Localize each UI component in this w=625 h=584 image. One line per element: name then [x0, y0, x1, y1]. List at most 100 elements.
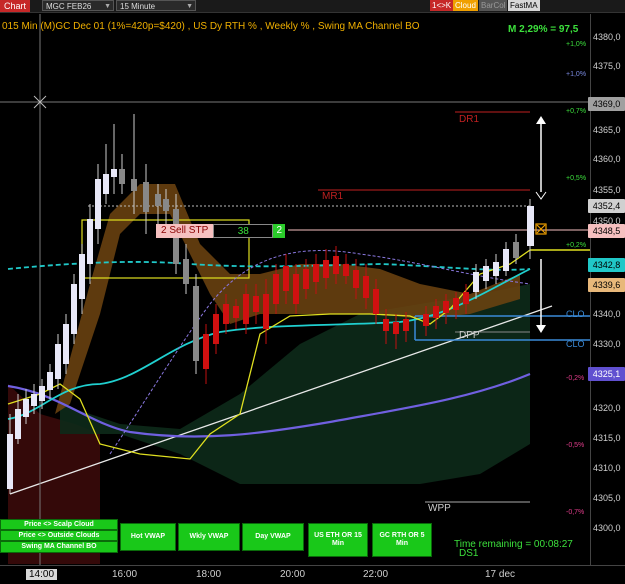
hot-vwap-button[interactable]: Hot VWAP	[120, 523, 176, 551]
candle	[313, 264, 319, 282]
candle	[453, 298, 459, 310]
candle	[303, 269, 309, 289]
day-vwap-button[interactable]: Day VWAP	[242, 523, 304, 551]
price-label: 4355,0	[593, 185, 621, 195]
symbol-value: MGC FEB26	[46, 2, 92, 11]
price-label: 4365,0	[593, 125, 621, 135]
interval-select[interactable]: 15 Minute ▼	[116, 0, 196, 11]
chart-tab[interactable]: Chart	[0, 0, 31, 12]
kk-button[interactable]: 1<>K	[430, 0, 454, 11]
sell-stop-count[interactable]: 2	[273, 224, 286, 238]
price-tag: 4348,5	[588, 224, 625, 238]
outside-clouds-button[interactable]: Price <> Outside Clouds	[0, 530, 118, 541]
mr1-label: MR1	[322, 191, 344, 202]
candle	[333, 256, 339, 274]
candle	[183, 259, 189, 284]
candle	[483, 266, 489, 281]
price-label: 4305,0	[593, 493, 621, 503]
candle	[213, 314, 219, 344]
candle	[363, 276, 369, 298]
candle	[463, 292, 469, 304]
candle	[323, 260, 329, 278]
candle	[283, 266, 289, 291]
price-tag: 4369,0	[588, 97, 625, 111]
price-chart[interactable]	[0, 14, 590, 566]
symbol-select[interactable]: MGC FEB26 ▼	[42, 0, 114, 11]
time-axis[interactable]	[0, 565, 625, 584]
candle	[343, 264, 349, 276]
candle	[243, 294, 249, 324]
pct-label: -0,2%	[566, 375, 585, 382]
candle	[119, 169, 125, 184]
time-label: 16:00	[112, 569, 138, 580]
candle	[393, 322, 399, 334]
pct-label: +0,5%	[566, 175, 587, 182]
candle	[131, 179, 137, 191]
time-remaining: Time remaining = 00:08:27	[454, 539, 573, 550]
sell-stop-label[interactable]: 2 Sell STP	[156, 224, 214, 238]
candle	[403, 319, 409, 331]
price-tag: 4339,6	[588, 278, 625, 292]
candle	[433, 306, 439, 318]
time-label: 14:00	[26, 569, 58, 580]
candle	[223, 304, 229, 324]
price-label: 4380,0	[593, 32, 621, 42]
candle	[293, 274, 299, 304]
sell-stop-order[interactable]: 2 Sell STP 38 2	[156, 224, 286, 238]
candle	[473, 272, 479, 292]
price-label: 4375,0	[593, 61, 621, 71]
candle	[111, 169, 117, 177]
chevron-down-icon: ▼	[104, 3, 111, 10]
swing-ma-button[interactable]: Swing MA Channel BO	[0, 541, 118, 553]
candle	[143, 182, 149, 212]
scalp-cloud-button[interactable]: Price <> Scalp Cloud	[0, 519, 118, 530]
teal-dashed-ma	[7, 261, 531, 271]
wkly-vwap-button[interactable]: Wkly VWAP	[178, 523, 240, 551]
up-arrow-icon	[536, 116, 546, 124]
clo-label-1: CLO	[566, 309, 585, 319]
candle	[55, 344, 61, 379]
cloud-button[interactable]: Cloud	[453, 0, 478, 11]
pct-label: +0,2%	[566, 242, 587, 249]
candle	[15, 409, 21, 439]
candle	[373, 289, 379, 314]
pct-label: +1,0%	[566, 71, 587, 78]
interval-value: 15 Minute	[120, 2, 156, 11]
up-arrow-tail-icon	[535, 191, 547, 200]
candle	[503, 249, 509, 271]
us-eth-or-button[interactable]: US ETH OR 15 Min	[308, 523, 368, 557]
price-label: 4330,0	[593, 339, 621, 349]
candle	[163, 199, 169, 211]
time-label: 20:00	[280, 569, 306, 580]
time-label: 18:00	[196, 569, 222, 580]
dpp-label: DPP	[459, 330, 480, 341]
candle	[273, 274, 279, 304]
candle	[513, 242, 519, 258]
candle	[47, 372, 53, 390]
candle	[7, 434, 13, 489]
time-label: 22:00	[363, 569, 389, 580]
time-label: 17 dec	[485, 569, 516, 580]
candle	[203, 334, 209, 369]
candle	[95, 179, 101, 229]
gc-rth-or-button[interactable]: GC RTH OR 5 Min	[372, 523, 432, 557]
barcol-button[interactable]: BarCol	[479, 0, 508, 11]
pct-label: +1,0%	[566, 41, 587, 48]
candle	[79, 254, 85, 299]
price-label: 4315,0	[593, 433, 621, 443]
candle	[253, 296, 259, 312]
candle	[103, 174, 109, 194]
dr1-label: DR1	[459, 114, 480, 125]
pct-label: -0,5%	[566, 442, 585, 449]
price-tag: 4325,1	[588, 367, 625, 381]
candle	[155, 194, 161, 206]
candle	[493, 262, 499, 276]
pct-label: -0,7%	[566, 509, 585, 516]
candle	[23, 399, 29, 417]
fastma-button[interactable]: FastMA	[508, 0, 540, 11]
chevron-down-icon: ▼	[186, 3, 193, 10]
candle	[353, 270, 359, 288]
pct-label: +0,7%	[566, 108, 587, 115]
sell-stop-price[interactable]: 38	[213, 224, 274, 238]
wpp-label: WPP	[428, 503, 451, 514]
